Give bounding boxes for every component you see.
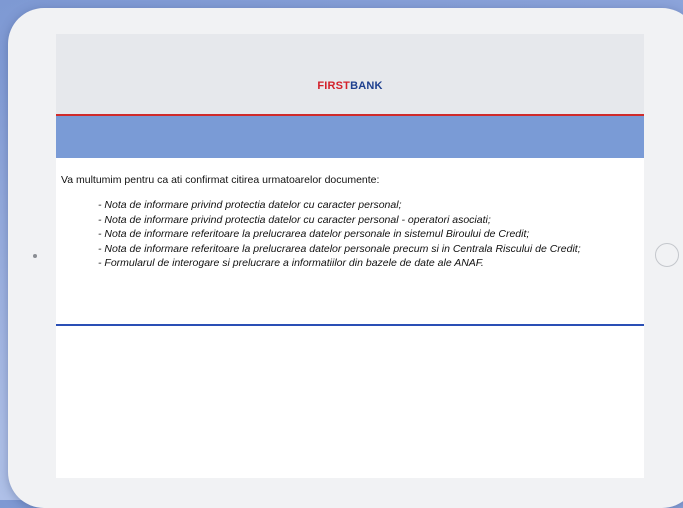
document-item: - Nota de informare privind protectia da… bbox=[98, 213, 491, 226]
screen: FIRSTBANK Va multumim pentru ca ati conf… bbox=[56, 34, 644, 478]
confirmation-content: Va multumim pentru ca ati confirmat citi… bbox=[61, 174, 636, 271]
home-button[interactable] bbox=[655, 243, 679, 267]
logo-first-text: FIRST bbox=[317, 80, 351, 92]
tablet-frame: FIRSTBANK Va multumim pentru ca ati conf… bbox=[8, 8, 683, 508]
document-item: - Nota de informare privind protectia da… bbox=[98, 199, 402, 211]
document-list: - Nota de informare privind protectia da… bbox=[61, 198, 636, 271]
firstbank-logo[interactable]: FIRSTBANK bbox=[56, 80, 644, 92]
confirmation-intro: Va multumim pentru ca ati confirmat citi… bbox=[61, 174, 380, 186]
document-item: - Formularul de interogare si prelucrare… bbox=[98, 257, 484, 269]
logo-bank-text: BANK bbox=[350, 80, 383, 92]
document-item: - Nota de informare referitoare la prelu… bbox=[98, 242, 581, 255]
blue-banner bbox=[56, 116, 644, 158]
bank-header: FIRSTBANK bbox=[56, 34, 644, 114]
content-divider-blue bbox=[56, 324, 644, 326]
camera-icon bbox=[33, 254, 37, 258]
document-item: - Nota de informare referitoare la prelu… bbox=[98, 228, 530, 240]
